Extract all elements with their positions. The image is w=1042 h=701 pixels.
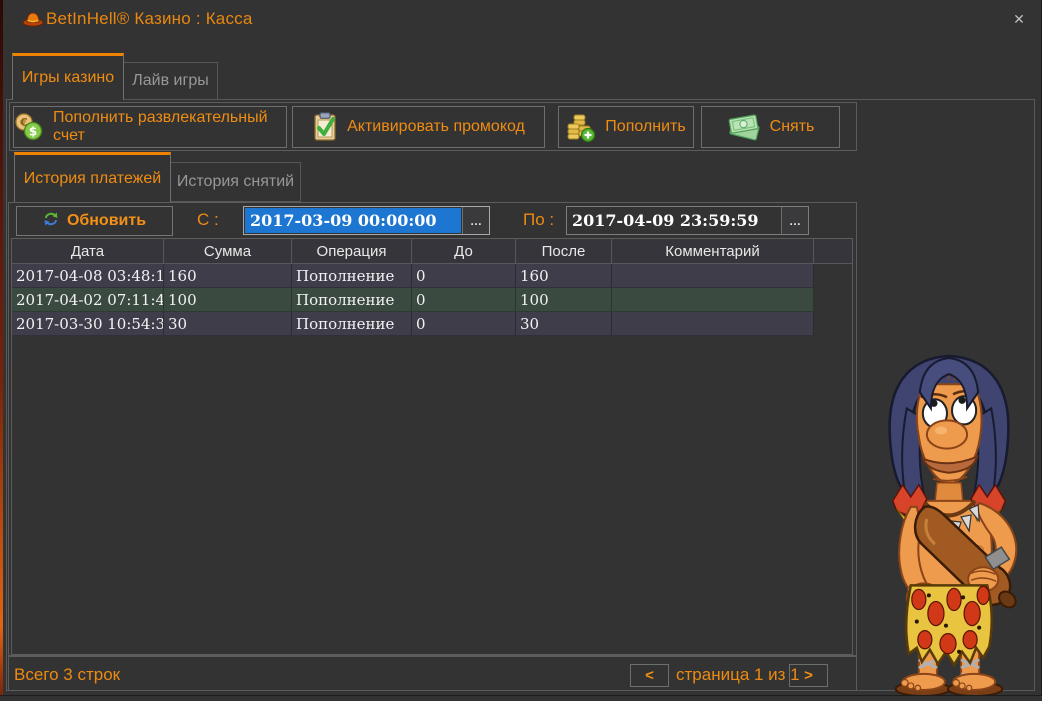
payments-table: Дата Сумма Операция До После Комментарий… <box>11 238 853 655</box>
deposit-label: Пополнить <box>605 118 685 136</box>
cell-before: 0 <box>412 312 516 336</box>
cell-after: 100 <box>516 288 612 312</box>
activate-promocode-button[interactable]: Активировать промокод <box>292 106 545 148</box>
tab-live-games[interactable]: Лайв игры <box>123 62 218 100</box>
column-header-comment[interactable]: Комментарий <box>612 239 814 263</box>
cell-date: 2017-04-02 07:11:42 <box>12 288 164 312</box>
coin-stack-plus-icon <box>566 112 596 142</box>
clipboard-check-icon <box>312 112 338 142</box>
deposit-entertainment-account-label: Пополнить развлекательный счет <box>53 109 286 145</box>
tab-casino-games-label: Игры казино <box>22 69 114 87</box>
rows-total-label: Всего 3 строк <box>14 665 120 685</box>
column-header-after[interactable]: После <box>516 239 612 263</box>
cell-amount: 100 <box>164 288 292 312</box>
refresh-button-label: Обновить <box>67 212 146 230</box>
tab-withdrawals-history[interactable]: История снятий <box>170 162 301 202</box>
cell-after: 160 <box>516 264 612 288</box>
date-to-label: По : <box>523 210 554 230</box>
previous-page-button[interactable]: < <box>630 664 669 687</box>
deposit-entertainment-account-button[interactable]: € $ Пополнить развлекательный счет <box>13 106 287 148</box>
next-page-button[interactable]: > <box>789 664 828 687</box>
withdraw-label: Снять <box>770 118 815 136</box>
date-from-value[interactable]: 2017-03-09 00:00:00 <box>245 208 461 233</box>
table-header-row: Дата Сумма Операция До После Комментарий <box>12 239 852 264</box>
close-icon[interactable]: ✕ <box>1003 6 1035 32</box>
deposit-button[interactable]: Пополнить <box>558 106 694 148</box>
actions-toolbar: € $ Пополнить развлекательный счет Актив… <box>9 102 857 151</box>
withdraw-button[interactable]: Снять <box>701 106 840 148</box>
window-title: BetInHell® Казино : Касса <box>46 9 253 29</box>
cell-amount: 30 <box>164 312 292 336</box>
cell-amount: 160 <box>164 264 292 288</box>
cell-date: 2017-04-08 03:48:10 <box>12 264 164 288</box>
window-left-flame-edge <box>0 0 3 696</box>
tab-casino-games[interactable]: Игры казино <box>12 53 124 100</box>
banknotes-icon <box>727 112 761 142</box>
date-to-field[interactable]: 2017-04-09 23:59:59 … <box>566 206 809 235</box>
activate-promocode-label: Активировать промокод <box>347 118 525 136</box>
table-row[interactable]: 2017-03-30 10:54:38 30 Пополнение 0 30 <box>12 312 852 336</box>
cell-comment <box>612 264 814 288</box>
cell-operation: Пополнение <box>292 312 412 336</box>
column-header-amount[interactable]: Сумма <box>164 239 292 263</box>
date-from-picker-button[interactable]: … <box>462 207 489 234</box>
tab-payments-history[interactable]: История платежей <box>14 152 171 202</box>
cell-operation: Пополнение <box>292 264 412 288</box>
date-to-value[interactable]: 2017-04-09 23:59:59 <box>567 207 781 234</box>
cell-comment <box>612 288 814 312</box>
refresh-button[interactable]: Обновить <box>16 206 173 236</box>
refresh-arrows-icon <box>43 211 59 232</box>
table-row[interactable]: 2017-04-08 03:48:10 160 Пополнение 0 160 <box>12 264 852 288</box>
date-from-field[interactable]: 2017-03-09 00:00:00 … <box>243 206 490 235</box>
hat-icon <box>22 11 44 27</box>
cell-after: 30 <box>516 312 612 336</box>
cell-before: 0 <box>412 288 516 312</box>
cell-comment <box>612 312 814 336</box>
tab-withdrawals-history-label: История снятий <box>177 173 294 191</box>
date-to-picker-button[interactable]: … <box>781 207 808 234</box>
cell-operation: Пополнение <box>292 288 412 312</box>
column-header-operation[interactable]: Операция <box>292 239 412 263</box>
column-header-date[interactable]: Дата <box>12 239 164 263</box>
column-header-before[interactable]: До <box>412 239 516 263</box>
date-from-label: С : <box>197 210 219 230</box>
page-info-label: страница 1 из 1 <box>676 665 800 685</box>
caveman-illustration <box>860 350 1038 696</box>
cell-date: 2017-03-30 10:54:38 <box>12 312 164 336</box>
tab-live-games-label: Лайв игры <box>132 72 208 90</box>
tab-payments-history-label: История платежей <box>24 170 161 188</box>
coins-euro-dollar-icon: € $ <box>14 113 44 141</box>
table-row[interactable]: 2017-04-02 07:11:42 100 Пополнение 0 100 <box>12 288 852 312</box>
svg-text:$: $ <box>29 125 37 139</box>
cell-before: 0 <box>412 264 516 288</box>
